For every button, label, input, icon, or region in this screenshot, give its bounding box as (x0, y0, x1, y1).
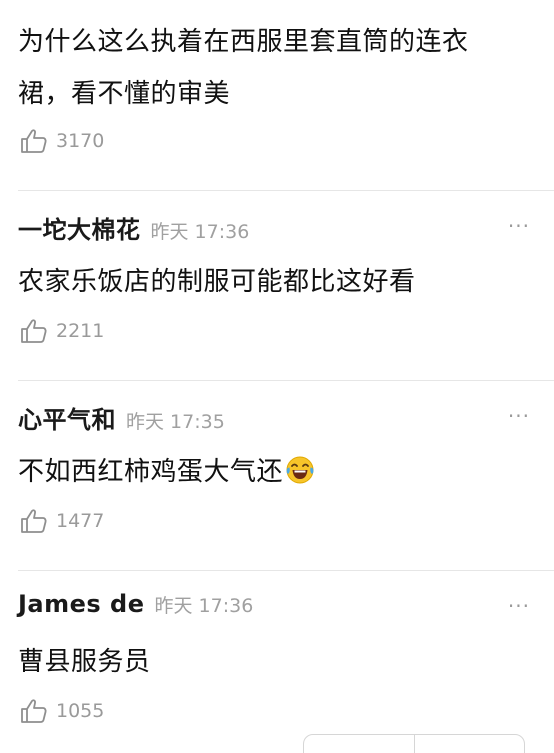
like-button[interactable]: 1477 (20, 507, 104, 535)
comment-item: James de 昨天 17:36 ··· 曹县服务员 1055 (0, 590, 554, 753)
comment-content: 为什么这么执着在西服里套直筒的连衣 裙，看不懂的审美 (18, 16, 518, 120)
comment-content-line: 裙，看不懂的审美 (18, 79, 231, 109)
floating-action-bar[interactable] (303, 734, 525, 753)
divider (18, 570, 554, 571)
laughing-tears-emoji-icon (286, 456, 314, 484)
divider (18, 380, 554, 381)
timestamp: 昨天 17:36 (150, 221, 250, 243)
username[interactable]: 心平气和 (18, 400, 116, 435)
comment-item: 心平气和 昨天 17:35 ··· 不如西红柿鸡蛋大气还 1477 (0, 400, 554, 570)
comment-header: 一坨大棉花 昨天 17:36 (18, 210, 249, 250)
like-count: 1477 (56, 510, 105, 532)
comment-content: 农家乐饭店的制服可能都比这好看 (18, 267, 416, 297)
like-count: 1055 (56, 700, 105, 722)
action-bar-segment[interactable] (304, 735, 415, 753)
username[interactable]: 一坨大棉花 (18, 210, 141, 245)
like-button[interactable]: 3170 (20, 127, 104, 155)
thumbs-up-icon (21, 129, 47, 153)
comment-list: 为什么这么执着在西服里套直筒的连衣 裙，看不懂的审美 3170 一坨大棉花 昨天… (0, 0, 554, 753)
like-count: 3170 (56, 130, 105, 152)
username[interactable]: James de (18, 590, 145, 618)
divider (18, 190, 554, 191)
action-bar-segment[interactable] (415, 735, 525, 753)
thumbs-up-icon (21, 509, 47, 533)
like-count: 2211 (56, 320, 105, 342)
comment-item: 一坨大棉花 昨天 17:36 ··· 农家乐饭店的制服可能都比这好看 2211 (0, 210, 554, 380)
comment-header: 心平气和 昨天 17:35 (18, 400, 225, 440)
more-dots-icon[interactable]: ··· (508, 596, 530, 616)
thumbs-up-icon (21, 319, 47, 343)
comment-header: James de 昨天 17:36 (18, 590, 253, 630)
comment-text: 不如西红柿鸡蛋大气还 (18, 457, 284, 487)
comment-item: 为什么这么执着在西服里套直筒的连衣 裙，看不懂的审美 3170 (0, 0, 554, 190)
like-button[interactable]: 1055 (20, 697, 104, 725)
thumbs-up-icon (21, 699, 47, 723)
timestamp: 昨天 17:35 (126, 411, 225, 433)
timestamp: 昨天 17:36 (154, 595, 254, 617)
like-button[interactable]: 2211 (20, 317, 104, 345)
comment-content-line: 为什么这么执着在西服里套直筒的连衣 (18, 27, 469, 57)
comment-content: 不如西红柿鸡蛋大气还 (18, 446, 518, 498)
more-dots-icon[interactable]: ··· (508, 216, 530, 236)
more-dots-icon[interactable]: ··· (508, 406, 530, 426)
comment-content: 曹县服务员 (18, 647, 151, 677)
